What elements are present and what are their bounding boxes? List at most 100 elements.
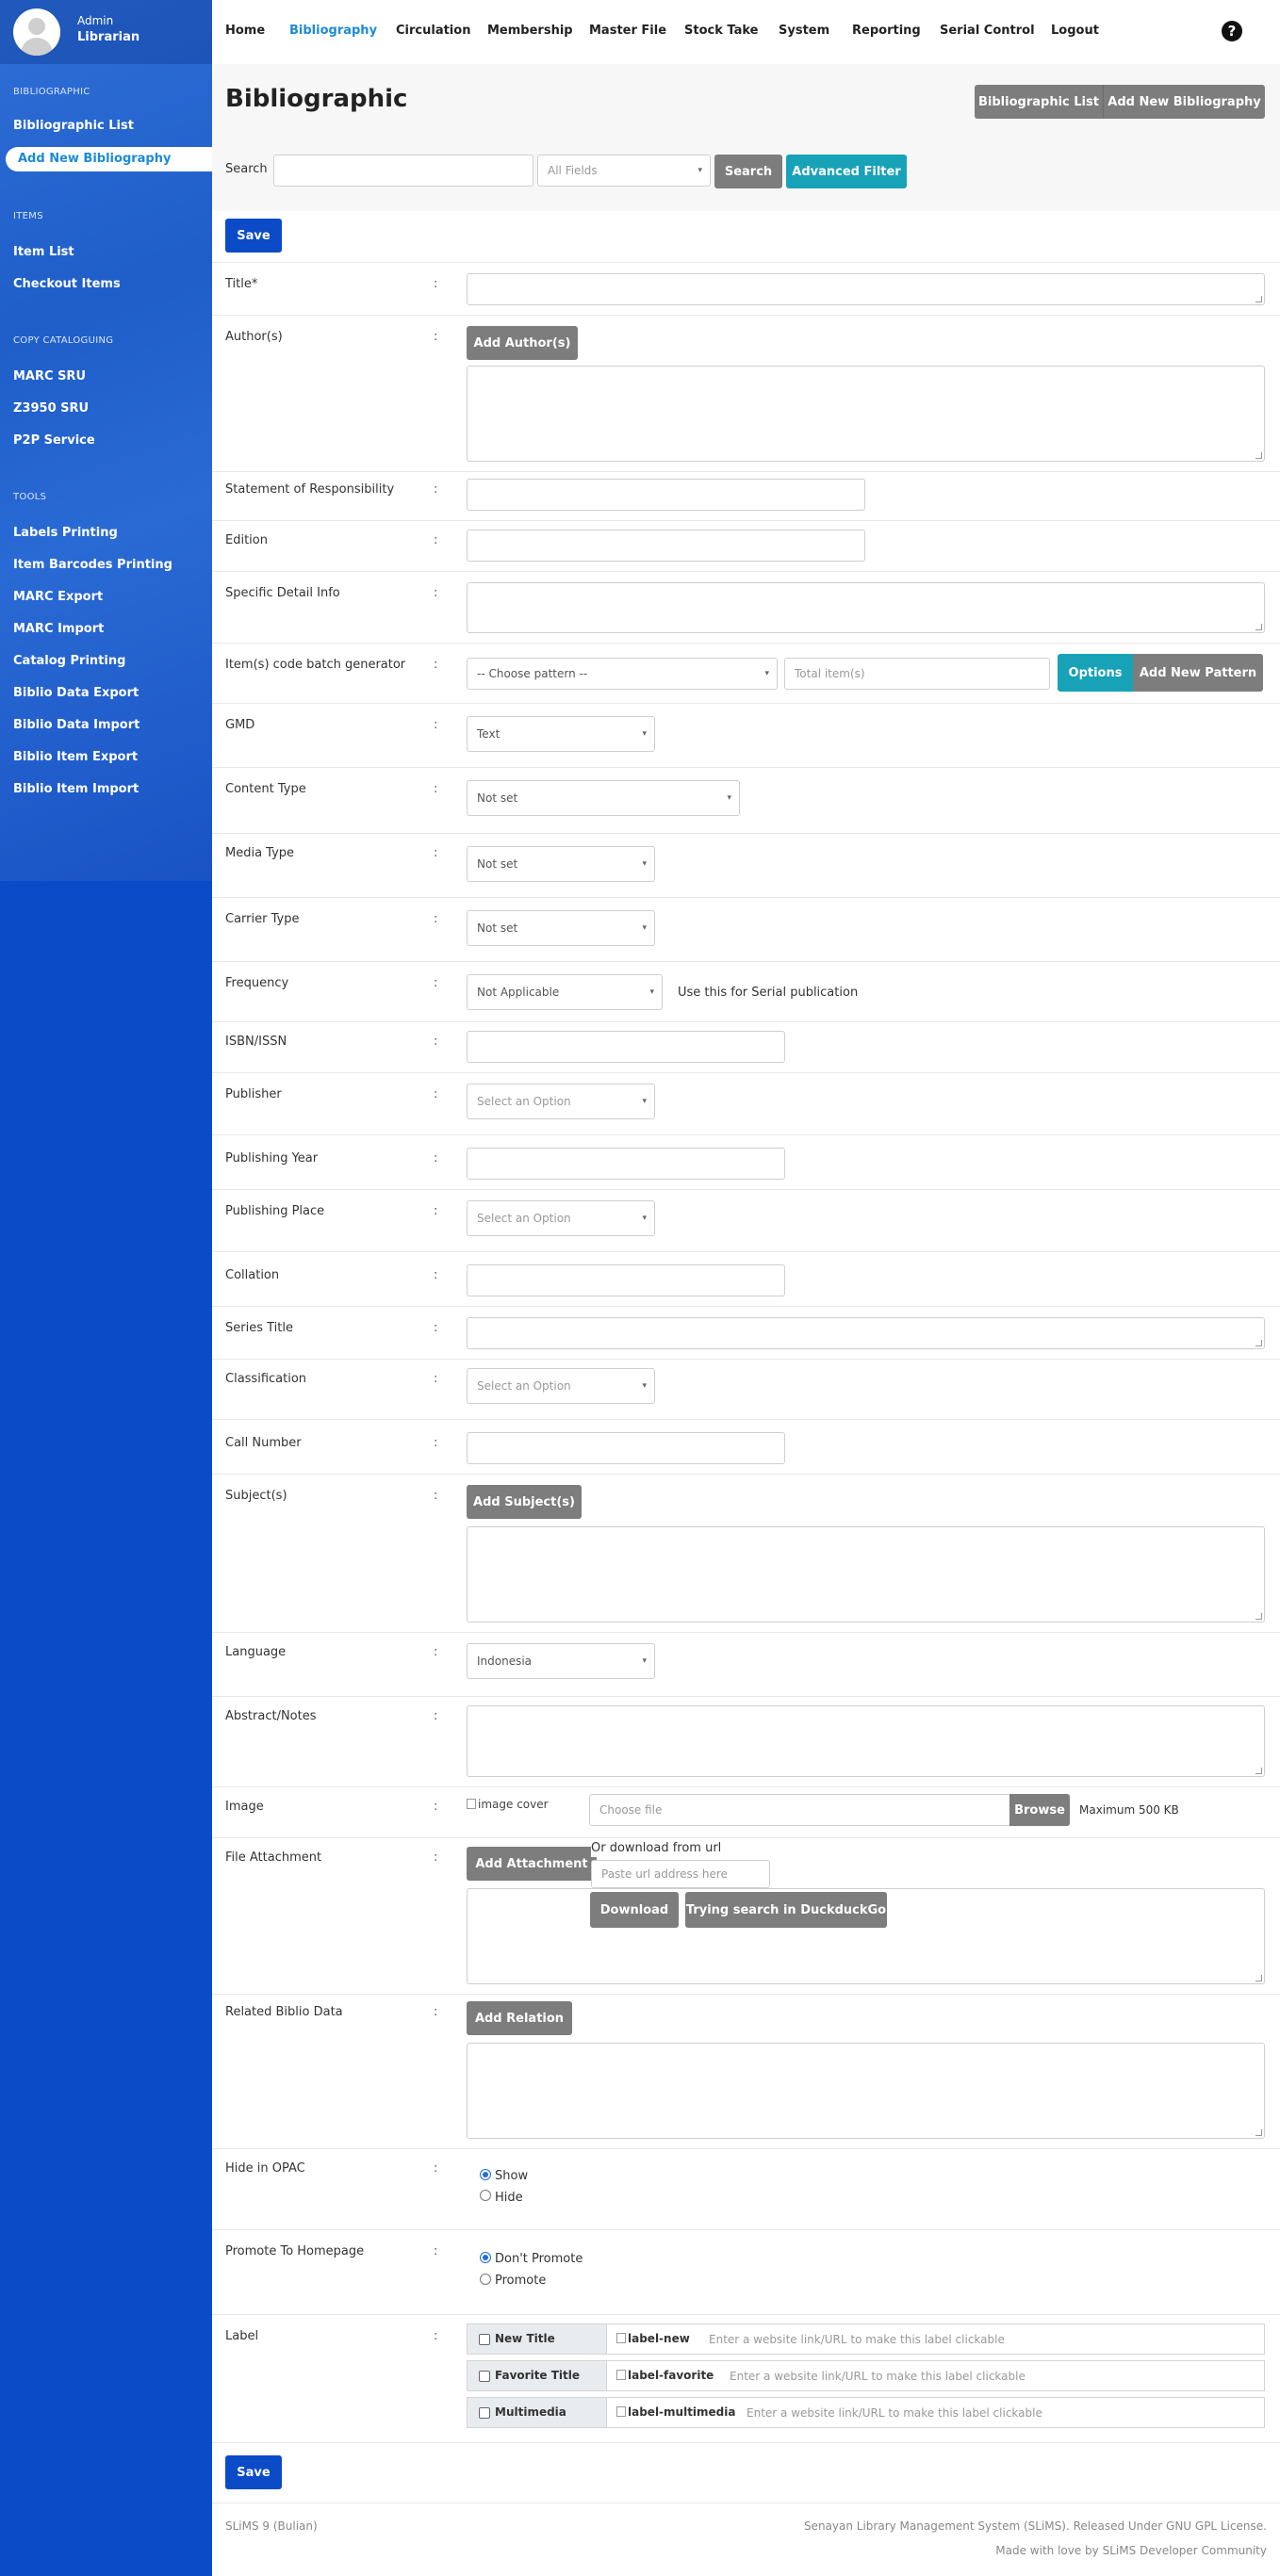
gmd-value: Text: [477, 727, 501, 741]
sidebar-item-bibliographic-list[interactable]: Bibliographic List: [13, 119, 134, 133]
options-button[interactable]: Options: [1058, 654, 1133, 692]
sidebar-item-item-barcodes-printing[interactable]: Item Barcodes Printing: [13, 558, 172, 572]
abstract-field[interactable]: [467, 1705, 1265, 1777]
broken-image-icon: [616, 2370, 626, 2380]
nav-logout[interactable]: Logout: [1051, 24, 1099, 38]
label-multimedia-image: label-multimedia: [616, 2405, 736, 2419]
save-button-bottom[interactable]: Save: [225, 2455, 282, 2489]
bibliographic-list-button[interactable]: Bibliographic List: [975, 85, 1103, 119]
url-input[interactable]: Paste url address here: [591, 1860, 770, 1888]
show-radio[interactable]: [480, 2169, 491, 2180]
favorite-title-checkbox[interactable]: [479, 2371, 490, 2382]
sidebar-item-marc-export[interactable]: MARC Export: [13, 590, 103, 604]
add-attachment-button[interactable]: Add Attachment: [467, 1847, 597, 1881]
sidebar-item-biblio-data-import[interactable]: Biblio Data Import: [13, 718, 139, 732]
publisher-select[interactable]: Select an Option ▾: [467, 1084, 655, 1119]
nav-stock-take[interactable]: Stock Take: [684, 24, 758, 38]
search-field-select[interactable]: All Fields ▾: [537, 155, 711, 187]
language-select[interactable]: Indonesia ▾: [467, 1643, 655, 1679]
main-content: Bibliographic Bibliographic List Add New…: [212, 64, 1280, 2576]
nav-serial-control[interactable]: Serial Control: [940, 24, 1035, 38]
advanced-filter-button[interactable]: Advanced Filter: [786, 155, 907, 188]
edition-field[interactable]: [467, 530, 865, 562]
dont-promote-radio[interactable]: [480, 2252, 491, 2263]
sidebar-item-item-list[interactable]: Item List: [13, 245, 74, 259]
sidebar-item-catalog-printing[interactable]: Catalog Printing: [13, 654, 125, 668]
label-favorite-url-input[interactable]: Enter a website link/URL to make this la…: [730, 2370, 1026, 2383]
collation-field[interactable]: [467, 1264, 785, 1296]
gmd-select[interactable]: Text ▾: [467, 716, 655, 752]
authors-label: Author(s): [225, 330, 283, 344]
publishing-place-select[interactable]: Select an Option ▾: [467, 1200, 655, 1236]
chevron-down-icon: ▾: [642, 923, 647, 933]
nav-master-file[interactable]: Master File: [589, 24, 666, 38]
label-multimedia-url-input[interactable]: Enter a website link/URL to make this la…: [747, 2406, 1042, 2420]
statement-field[interactable]: [467, 479, 865, 511]
nav-membership[interactable]: Membership: [487, 24, 573, 38]
publisher-label: Publisher: [225, 1087, 282, 1101]
pattern-select[interactable]: -- Choose pattern -- ▾: [467, 658, 778, 690]
label-label: Label: [225, 2329, 259, 2343]
sidebar-item-marc-sru[interactable]: MARC SRU: [13, 369, 86, 383]
subjects-label: Subject(s): [225, 1489, 287, 1503]
multimedia-label: Multimedia: [495, 2405, 566, 2419]
search-input[interactable]: [273, 155, 533, 187]
choose-file-input[interactable]: Choose file: [589, 1794, 1010, 1826]
title-field[interactable]: [467, 273, 1265, 305]
nav-system[interactable]: System: [779, 24, 829, 38]
classification-label: Classification: [225, 1372, 307, 1386]
add-subject-button[interactable]: Add Subject(s): [467, 1485, 582, 1519]
avatar[interactable]: [13, 8, 60, 56]
language-value: Indonesia: [477, 1655, 533, 1668]
relation-list: [467, 2043, 1265, 2139]
total-items-input[interactable]: Total item(s): [784, 658, 1050, 690]
label-new-url-input[interactable]: Enter a website link/URL to make this la…: [709, 2333, 1005, 2346]
title-label: Title*: [225, 277, 258, 291]
nav-home[interactable]: Home: [225, 24, 265, 38]
save-button-top[interactable]: Save: [225, 219, 282, 253]
sidebar-item-marc-import[interactable]: MARC Import: [13, 622, 104, 636]
add-author-button[interactable]: Add Author(s): [467, 326, 578, 360]
frequency-select[interactable]: Not Applicable ▾: [467, 974, 663, 1010]
search-button[interactable]: Search: [714, 155, 782, 188]
sidebar-item-add-new-bibliography[interactable]: Add New Bibliography: [6, 147, 212, 171]
isbn-field[interactable]: [467, 1031, 785, 1063]
publishing-year-field[interactable]: [467, 1148, 785, 1180]
question-circle-icon[interactable]: ?: [1222, 21, 1242, 41]
hide-radio[interactable]: [480, 2190, 491, 2201]
sidebar-item-biblio-item-export[interactable]: Biblio Item Export: [13, 750, 138, 764]
call-number-field[interactable]: [467, 1432, 785, 1464]
media-type-select[interactable]: Not set ▾: [467, 846, 655, 882]
classification-select[interactable]: Select an Option ▾: [467, 1368, 655, 1404]
new-title-checkbox[interactable]: [479, 2334, 490, 2345]
promote-radio[interactable]: [480, 2274, 491, 2285]
multimedia-checkbox[interactable]: [479, 2407, 490, 2419]
sidebar-item-labels-printing[interactable]: Labels Printing: [13, 526, 118, 540]
add-relation-button[interactable]: Add Relation: [467, 2001, 572, 2035]
sidebar-item-z3950-sru[interactable]: Z3950 SRU: [13, 401, 89, 416]
series-title-field[interactable]: [467, 1317, 1265, 1349]
add-new-pattern-button[interactable]: Add New Pattern: [1133, 654, 1263, 692]
page-header: Bibliographic Bibliographic List Add New…: [212, 64, 1280, 211]
max-size-hint: Maximum 500 KB: [1079, 1803, 1179, 1817]
nav-circulation[interactable]: Circulation: [396, 24, 470, 38]
hide-opac-label: Hide in OPAC: [225, 2161, 305, 2176]
image-label: Image: [225, 1800, 264, 1814]
download-button[interactable]: Download: [590, 1892, 679, 1928]
carrier-type-select[interactable]: Not set ▾: [467, 910, 655, 946]
publishing-place-label: Publishing Place: [225, 1204, 325, 1218]
sidebar-item-p2p-service[interactable]: P2P Service: [13, 433, 95, 448]
nav-reporting[interactable]: Reporting: [852, 24, 921, 38]
sidebar-item-checkout-items[interactable]: Checkout Items: [13, 277, 121, 291]
statement-label: Statement of Responsibility: [225, 482, 395, 497]
add-new-bibliography-button[interactable]: Add New Bibliography: [1103, 85, 1265, 119]
nav-bibliography[interactable]: Bibliography: [289, 24, 377, 38]
specific-detail-field[interactable]: [467, 582, 1265, 633]
browse-button[interactable]: Browse: [1009, 1794, 1070, 1826]
duckduckgo-search-button[interactable]: Trying search in DuckduckGo: [685, 1892, 887, 1928]
sidebar-item-biblio-item-import[interactable]: Biblio Item Import: [13, 782, 139, 796]
content-type-select[interactable]: Not set ▾: [467, 780, 740, 816]
sidebar-item-biblio-data-export[interactable]: Biblio Data Export: [13, 686, 139, 700]
abstract-label: Abstract/Notes: [225, 1709, 317, 1723]
authors-list: [467, 366, 1265, 462]
